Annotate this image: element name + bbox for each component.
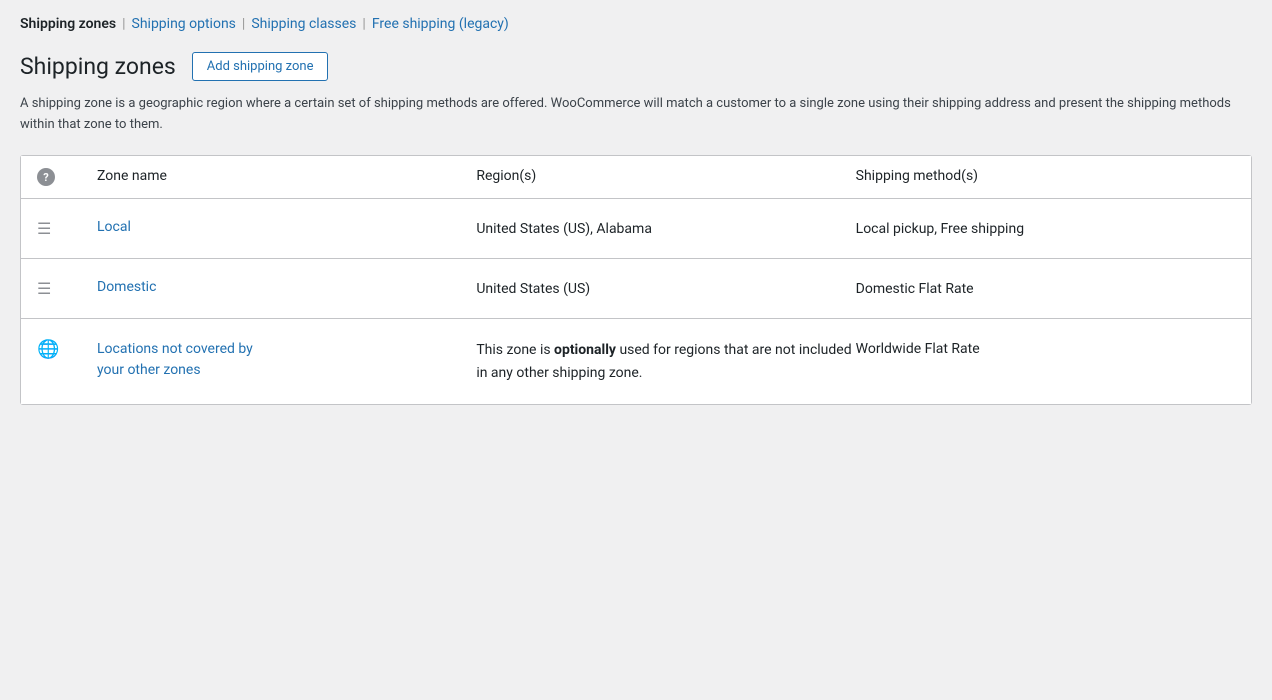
shipping-zones-table: ? Zone name Region(s) Shipping method(s)… bbox=[20, 155, 1252, 405]
page-header: Shipping zones Add shipping zone bbox=[20, 52, 1252, 82]
page-title: Shipping zones bbox=[20, 52, 176, 82]
page-description: A shipping zone is a geographic region w… bbox=[20, 94, 1252, 136]
zone-methods-local: Local pickup, Free shipping bbox=[856, 219, 1235, 237]
nav-current: Shipping zones bbox=[20, 16, 116, 32]
table-header-zone-name: Zone name bbox=[97, 168, 476, 186]
drag-handle-domestic[interactable]: ☰ bbox=[37, 279, 97, 298]
nav-sep-3: | bbox=[362, 16, 365, 32]
zone-regions-uncovered: This zone is optionally used for regions… bbox=[476, 339, 855, 384]
zone-regions-local: United States (US), Alabama bbox=[476, 219, 855, 237]
nav-link-shipping-classes[interactable]: Shipping classes bbox=[251, 16, 356, 32]
drag-handle-icon: ☰ bbox=[37, 217, 51, 238]
zone-regions-domestic: United States (US) bbox=[476, 279, 855, 297]
zone-name-cell-local: Local bbox=[97, 219, 476, 235]
nav-sep-1: | bbox=[122, 16, 125, 32]
zone-regions-bold: optionally bbox=[554, 342, 616, 358]
table-row: ☰ Local United States (US), Alabama Loca… bbox=[21, 199, 1251, 259]
table-header-icon-col: ? bbox=[37, 168, 97, 186]
drag-handle-local[interactable]: ☰ bbox=[37, 219, 97, 238]
nav-link-shipping-options[interactable]: Shipping options bbox=[132, 16, 236, 32]
table-header: ? Zone name Region(s) Shipping method(s) bbox=[21, 156, 1251, 199]
globe-icon: 🌐 bbox=[37, 337, 59, 360]
zone-name-cell-uncovered: Locations not covered by your other zone… bbox=[97, 339, 476, 381]
zone-regions-prefix: This zone is bbox=[476, 342, 554, 358]
zone-name-link-local[interactable]: Local bbox=[97, 219, 131, 235]
zone-name-cell-domestic: Domestic bbox=[97, 279, 476, 295]
table-header-methods: Shipping method(s) bbox=[856, 168, 1235, 186]
top-nav: Shipping zones | Shipping options | Ship… bbox=[20, 16, 1252, 32]
zone-name-link-uncovered-line2[interactable]: your other zones bbox=[97, 360, 476, 381]
zone-name-link-uncovered-line1[interactable]: Locations not covered by bbox=[97, 339, 476, 360]
table-header-regions: Region(s) bbox=[476, 168, 855, 186]
zone-methods-uncovered: Worldwide Flat Rate bbox=[856, 339, 1235, 357]
table-row: ☰ Domestic United States (US) Domestic F… bbox=[21, 259, 1251, 319]
table-row: 🌐 Locations not covered by your other zo… bbox=[21, 319, 1251, 404]
globe-icon-cell: 🌐 bbox=[37, 339, 97, 360]
nav-link-free-shipping[interactable]: Free shipping (legacy) bbox=[372, 16, 509, 32]
nav-sep-2: | bbox=[242, 16, 245, 32]
zone-methods-domestic: Domestic Flat Rate bbox=[856, 279, 1235, 297]
help-icon[interactable]: ? bbox=[37, 168, 55, 186]
drag-handle-icon: ☰ bbox=[37, 277, 51, 298]
add-shipping-zone-button[interactable]: Add shipping zone bbox=[192, 52, 329, 81]
zone-name-link-domestic[interactable]: Domestic bbox=[97, 279, 156, 295]
